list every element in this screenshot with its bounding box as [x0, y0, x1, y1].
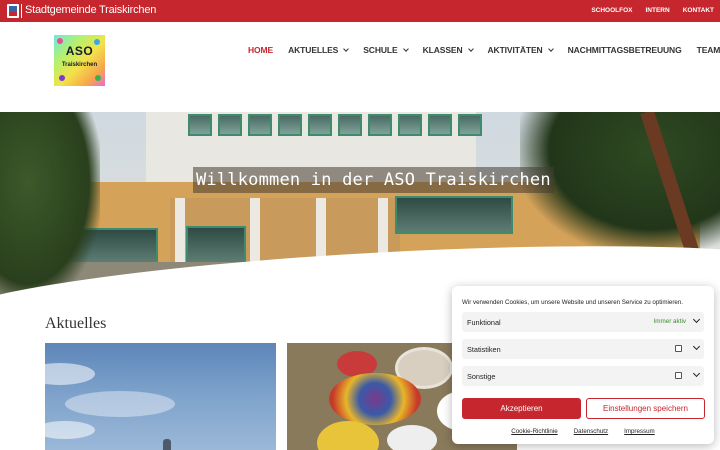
nav-item-klassen[interactable]: KLASSEN	[422, 45, 474, 55]
divider	[21, 4, 22, 18]
food-plate	[329, 373, 421, 425]
top-link-intern[interactable]: INTERN	[646, 7, 670, 14]
building-windows	[395, 196, 513, 234]
logo-subtitle: Traiskirchen	[61, 62, 98, 68]
cookie-intro-text: Wir verwenden Cookies, um unsere Website…	[462, 299, 684, 306]
logo-decoration	[59, 75, 65, 81]
top-bar: Stadtgemeinde Traiskirchen SCHOOLFOX INT…	[0, 0, 720, 22]
top-link-schoolfox[interactable]: SCHOOLFOX	[591, 7, 632, 14]
window-row	[188, 114, 482, 136]
nav-item-label: KLASSEN	[422, 45, 463, 55]
cookie-footer-links: Cookie-Richtlinie Datenschutz Impressum	[452, 428, 714, 435]
cookie-category-statistiken[interactable]: Statistiken	[462, 339, 704, 359]
municipality-name[interactable]: Stadtgemeinde Traiskirchen	[25, 4, 156, 16]
cookie-checkbox[interactable]	[675, 345, 682, 352]
food-plate	[387, 425, 437, 450]
cookie-category-status: Immer aktiv	[653, 318, 686, 325]
chevron-down-icon	[402, 45, 409, 52]
chevron-down-icon[interactable]	[692, 369, 701, 378]
chevron-down-icon[interactable]	[692, 315, 701, 324]
hero-title: Willkommen in der ASO Traiskirchen	[193, 167, 554, 193]
cloud	[45, 363, 95, 385]
cloud	[45, 421, 95, 439]
accept-button[interactable]: Akzeptieren	[462, 398, 581, 419]
nav-item-schule[interactable]: SCHULE	[363, 45, 409, 55]
nav-item-nachmittagsbetreuung[interactable]: NACHMITTAGSBETREUUNG	[568, 45, 682, 55]
chevron-down-icon	[467, 45, 474, 52]
top-link-kontakt[interactable]: KONTAKT	[683, 7, 714, 14]
cookie-category-label: Funktional	[467, 318, 501, 327]
cookie-category-sonstige[interactable]: Sonstige	[462, 366, 704, 386]
privacy-link[interactable]: Datenschutz	[574, 428, 608, 435]
nav-item-label: AKTIVITÄTEN	[487, 45, 543, 55]
chevron-down-icon	[547, 45, 554, 52]
nav-item-label: AKTUELLES	[288, 45, 339, 55]
chevron-down-icon	[343, 45, 350, 52]
tree-left	[0, 112, 100, 300]
nav-item-aktivitaeten[interactable]: AKTIVITÄTEN	[487, 45, 554, 55]
coat-of-arms-icon	[7, 4, 19, 18]
cookie-category-label: Sonstige	[467, 372, 496, 381]
cloud	[65, 391, 175, 417]
nav-item-label: HOME	[248, 45, 274, 55]
chevron-down-icon[interactable]	[692, 342, 701, 351]
section-title-aktuelles: Aktuelles	[45, 315, 107, 332]
logo-decoration	[95, 75, 101, 81]
cookie-policy-link[interactable]: Cookie-Richtlinie	[511, 428, 557, 435]
nav-item-label: NACHMITTAGSBETREUUNG	[567, 45, 682, 55]
cookie-checkbox[interactable]	[675, 372, 682, 379]
save-settings-button[interactable]: Einstellungen speichern	[586, 398, 705, 419]
logo-title: ASO	[65, 44, 94, 58]
news-card-image[interactable]	[45, 343, 276, 450]
site-header: ASO Traiskirchen HOME AKTUELLES SCHULE K…	[0, 22, 720, 112]
nav-item-aktuelles[interactable]: AKTUELLES	[288, 45, 350, 55]
nav-item-label: TEAM	[696, 45, 720, 55]
top-links: SCHOOLFOX INTERN KONTAKT	[591, 7, 714, 14]
cookie-category-label: Statistiken	[467, 345, 501, 354]
nav-item-label: SCHULE	[363, 45, 398, 55]
main-navigation: HOME AKTUELLES SCHULE KLASSEN AKTIVITÄTE…	[248, 45, 720, 55]
nav-item-home[interactable]: HOME	[248, 45, 273, 55]
cookie-consent-dialog: Wir verwenden Cookies, um unsere Website…	[452, 286, 714, 444]
nav-item-team[interactable]: TEAM	[697, 45, 720, 55]
hero-banner: Willkommen in der ASO Traiskirchen	[0, 112, 720, 300]
building-windows	[186, 226, 246, 264]
food-plate	[317, 421, 379, 450]
statue-figure	[163, 439, 171, 450]
imprint-link[interactable]: Impressum	[624, 428, 655, 435]
cookie-category-funktional[interactable]: Funktional Immer aktiv	[462, 312, 704, 332]
school-logo[interactable]: ASO Traiskirchen	[54, 35, 105, 86]
